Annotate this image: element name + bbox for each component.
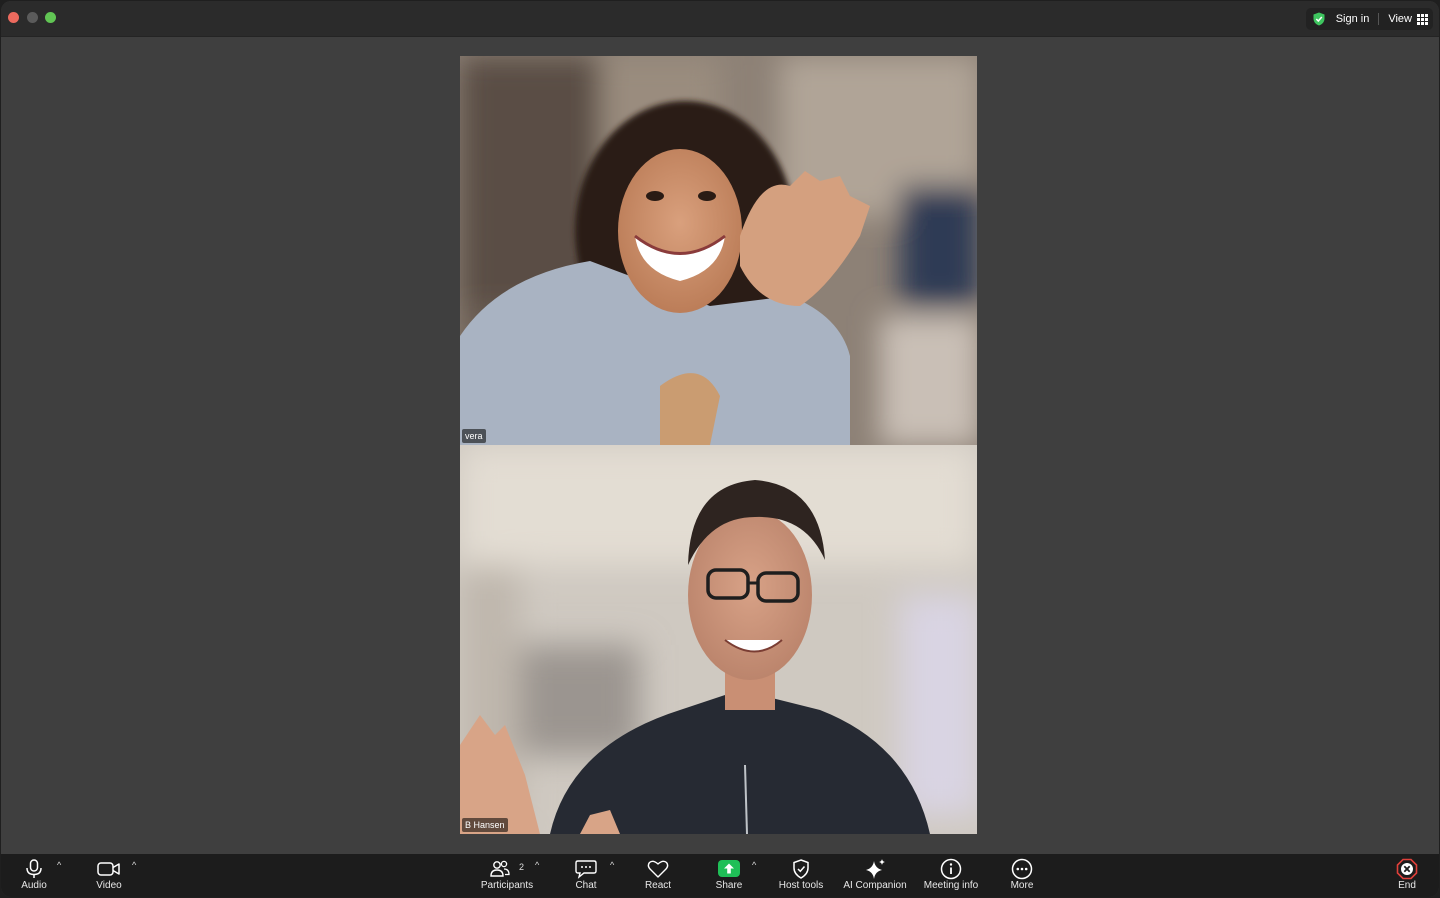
video-options-caret[interactable]: ^: [132, 860, 136, 870]
divider: [1378, 13, 1380, 25]
zoom-window: Sign in View vera B Hansen Audio ^ Video…: [1, 1, 1439, 897]
participant-name-tag: vera: [462, 429, 486, 443]
heart-icon: [647, 860, 669, 878]
participants-options-caret[interactable]: ^: [535, 860, 539, 870]
video-label: Video: [96, 880, 122, 891]
info-icon: [940, 858, 962, 880]
shield-check-icon[interactable]: [1312, 12, 1326, 26]
meeting-info-label: Meeting info: [923, 880, 979, 891]
chat-options-caret[interactable]: ^: [610, 860, 614, 870]
view-button[interactable]: View: [1388, 13, 1412, 25]
titlebar-actions: Sign in View: [1305, 8, 1433, 30]
participant-video-image: [460, 445, 977, 834]
share-label: Share: [715, 880, 743, 891]
ai-companion-label: AI Companion: [843, 880, 907, 891]
audio-options-caret[interactable]: ^: [57, 860, 61, 870]
window-close-button[interactable]: [8, 12, 19, 23]
chat-button[interactable]: Chat: [567, 854, 605, 897]
share-button[interactable]: Share: [710, 854, 748, 897]
close-icon: [1396, 858, 1418, 880]
window-maximize-button[interactable]: [45, 12, 56, 23]
audio-label: Audio: [21, 880, 47, 891]
host-tools-label: Host tools: [778, 880, 824, 891]
video-tile-vera[interactable]: vera: [460, 56, 977, 445]
meeting-info-button[interactable]: Meeting info: [919, 854, 983, 897]
participant-name-tag: B Hansen: [462, 818, 508, 832]
more-button[interactable]: More: [1003, 854, 1041, 897]
grid-icon[interactable]: [1417, 13, 1428, 25]
host-tools-button[interactable]: Host tools: [773, 854, 829, 897]
camera-icon: [97, 862, 120, 876]
shield-icon: [793, 859, 809, 879]
video-button[interactable]: Video: [89, 854, 129, 897]
microphone-icon: [26, 859, 42, 878]
participant-count-badge: 2: [519, 862, 525, 872]
title-bar: Sign in View: [1, 1, 1439, 37]
share-arrow-icon: [718, 860, 740, 877]
audio-button[interactable]: Audio: [15, 854, 53, 897]
video-tile-b-hansen[interactable]: B Hansen: [460, 445, 977, 834]
ellipsis-icon: [1011, 858, 1033, 880]
end-meeting-button[interactable]: End: [1389, 854, 1425, 897]
more-label: More: [1010, 880, 1034, 891]
window-minimize-button[interactable]: [27, 12, 38, 23]
participants-label: Participants: [480, 880, 534, 891]
chat-label: Chat: [575, 880, 597, 891]
ai-companion-button[interactable]: AI Companion: [839, 854, 911, 897]
sparkle-icon: [866, 859, 885, 879]
people-icon: [490, 860, 510, 877]
react-label: React: [644, 880, 672, 891]
react-button[interactable]: React: [639, 854, 677, 897]
end-label: End: [1398, 880, 1416, 891]
share-options-caret[interactable]: ^: [752, 860, 756, 870]
sign-in-link[interactable]: Sign in: [1336, 13, 1370, 25]
meeting-toolbar: Audio ^ Video ^ Participants 2 ^ Chat ^ …: [1, 854, 1439, 897]
chat-bubble-icon: [575, 860, 597, 879]
participant-video-image: [460, 56, 977, 445]
participants-button[interactable]: Participants: [475, 854, 539, 897]
